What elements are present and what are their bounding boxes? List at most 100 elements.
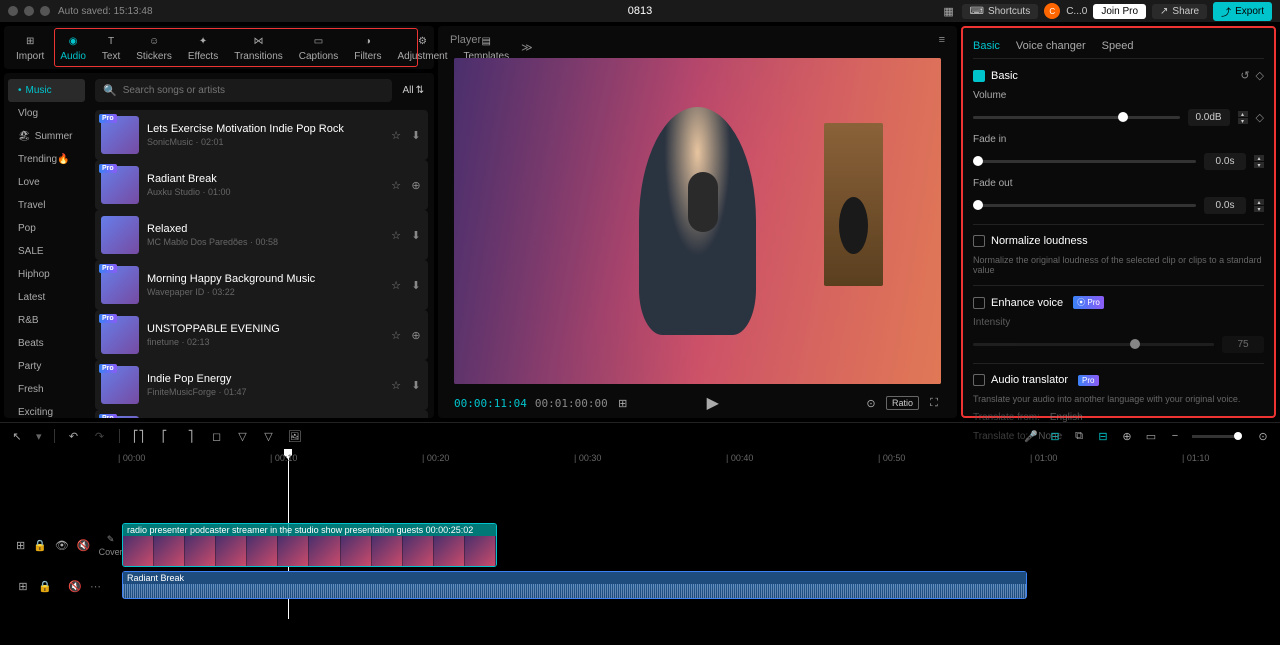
avatar[interactable]: C — [1044, 3, 1060, 19]
track-mute-icon[interactable]: 🔇 — [68, 579, 82, 593]
category-item[interactable]: Vlog — [8, 102, 85, 125]
chevron-right-icon[interactable]: ≫ — [517, 37, 537, 58]
category-item[interactable]: Beats — [8, 332, 85, 355]
track-item[interactable]: Pro Happy Flow State senshomoods · 01:38… — [95, 410, 428, 418]
image-icon[interactable]: 🖼 — [288, 429, 302, 443]
category-item[interactable]: Fresh — [8, 378, 85, 401]
download-icon[interactable]: ⬇ — [410, 129, 422, 141]
favorite-icon[interactable]: ☆ — [390, 179, 402, 191]
track-lock-icon[interactable]: 🔒 — [33, 538, 47, 552]
track-item[interactable]: Pro Indie Pop Energy FiniteMusicForge · … — [95, 360, 428, 410]
trim-right-icon[interactable]: ⎤ — [184, 429, 198, 443]
grid-icon[interactable]: ⊞ — [616, 396, 630, 410]
tab-speed[interactable]: Speed — [1102, 38, 1134, 54]
crop-icon[interactable]: ◻ — [210, 429, 224, 443]
trim-left-icon[interactable]: ⎡ — [158, 429, 172, 443]
category-item[interactable]: •Music — [8, 79, 85, 102]
category-item[interactable]: Trending🔥 — [8, 148, 85, 171]
category-item[interactable]: Hiphop — [8, 263, 85, 286]
player-menu-icon[interactable]: ≡ — [939, 34, 945, 46]
category-item[interactable]: Love — [8, 171, 85, 194]
split-icon[interactable]: ⎡⎤ — [132, 429, 146, 443]
track-item[interactable]: Pro Lets Exercise Motivation Indie Pop R… — [95, 110, 428, 160]
timeline-ruler[interactable]: | 00:00| 00:10| 00:20| 00:30| 00:40| 00:… — [118, 449, 1270, 469]
favorite-icon[interactable]: ☆ — [390, 129, 402, 141]
tab-filters[interactable]: ◑Filters — [346, 30, 389, 65]
download-icon[interactable]: ⬇ — [410, 379, 422, 391]
video-preview[interactable] — [454, 58, 941, 384]
fadein-value[interactable]: 0.0s — [1204, 153, 1246, 170]
favorite-icon[interactable]: ☆ — [390, 379, 402, 391]
track-item[interactable]: Pro Morning Happy Background Music Wavep… — [95, 260, 428, 310]
basic-checkbox[interactable] — [973, 70, 985, 82]
track-mute-icon[interactable]: 🔇 — [77, 538, 91, 552]
category-item[interactable]: SALE — [8, 240, 85, 263]
layout-icon[interactable]: ▦ — [942, 4, 956, 18]
tab-adjustment[interactable]: ⚙Adjustment — [389, 30, 455, 65]
enhance-checkbox[interactable] — [973, 297, 985, 309]
marker-icon[interactable]: ▽ — [236, 429, 250, 443]
search-input[interactable]: 🔍 — [95, 79, 392, 102]
audio-clip[interactable]: Radiant Break — [122, 571, 1027, 599]
fadein-stepper[interactable]: ▴▾ — [1254, 155, 1264, 168]
track-eye-icon[interactable]: 👁 — [55, 538, 69, 552]
join-pro-button[interactable]: Join Pro — [1093, 4, 1146, 19]
track-item[interactable]: Relaxed MC Mablo Dos Paredões · 00:58 ☆ … — [95, 210, 428, 260]
favorite-icon[interactable]: ☆ — [390, 329, 402, 341]
window-controls[interactable] — [8, 6, 50, 16]
redo-icon[interactable]: ↷ — [93, 429, 107, 443]
translator-checkbox[interactable] — [973, 374, 985, 386]
add-icon[interactable]: ⊕ — [410, 179, 422, 191]
translate-to-select[interactable]: None — [1038, 431, 1062, 442]
shortcuts-button[interactable]: ⌨Shortcuts — [962, 4, 1039, 19]
track-item[interactable]: Pro Radiant Break Auxku Studio · 01:00 ☆… — [95, 160, 428, 210]
category-item[interactable]: Exciting — [8, 401, 85, 418]
tab-audio[interactable]: ◉Audio — [52, 30, 94, 65]
category-item[interactable]: Pop — [8, 217, 85, 240]
filter-all-button[interactable]: All⇅ — [398, 81, 428, 100]
fadein-slider[interactable] — [973, 160, 1196, 163]
track-settings-icon[interactable]: ⊞ — [16, 579, 30, 593]
cursor-icon[interactable]: ↖ — [10, 429, 24, 443]
tab-captions[interactable]: ▭Captions — [291, 30, 346, 65]
marker2-icon[interactable]: ▽ — [262, 429, 276, 443]
timeline[interactable]: | 00:00| 00:10| 00:20| 00:30| 00:40| 00:… — [0, 449, 1280, 611]
favorite-icon[interactable]: ☆ — [390, 229, 402, 241]
download-icon[interactable]: ⬇ — [410, 229, 422, 241]
video-clip[interactable]: radio presenter podcaster streamer in th… — [122, 523, 497, 567]
volume-slider[interactable] — [973, 116, 1180, 119]
tab-stickers[interactable]: ☺Stickers — [128, 30, 180, 65]
tab-transitions[interactable]: ⋈Transitions — [226, 30, 291, 65]
category-item[interactable]: R&B — [8, 309, 85, 332]
reset-icon[interactable]: ↺ — [1240, 69, 1249, 82]
fadeout-slider[interactable] — [973, 204, 1196, 207]
download-icon[interactable]: ⬇ — [410, 279, 422, 291]
focus-icon[interactable]: ⊙ — [864, 396, 878, 410]
keyframe-icon[interactable]: ◇ — [1256, 69, 1264, 82]
tab-effects[interactable]: ✦Effects — [180, 30, 226, 65]
favorite-icon[interactable]: ☆ — [390, 279, 402, 291]
keyframe-icon[interactable]: ◇ — [1256, 111, 1264, 124]
tab-voice-changer[interactable]: Voice changer — [1016, 38, 1086, 54]
category-item[interactable]: Party — [8, 355, 85, 378]
tab-basic[interactable]: Basic — [973, 38, 1000, 54]
undo-icon[interactable]: ↶ — [67, 429, 81, 443]
track-item[interactable]: Pro UNSTOPPABLE EVENING finetune · 02:13… — [95, 310, 428, 360]
fadeout-stepper[interactable]: ▴▾ — [1254, 199, 1264, 212]
category-item[interactable]: 🏖Summer — [8, 125, 85, 148]
volume-stepper[interactable]: ▴▾ — [1238, 111, 1248, 124]
tab-import[interactable]: ⊞Import — [8, 30, 52, 65]
track-lock-icon[interactable]: 🔒 — [38, 579, 52, 593]
share-button[interactable]: ↗Share — [1152, 4, 1207, 19]
fadeout-value[interactable]: 0.0s — [1204, 197, 1246, 214]
export-button[interactable]: ⤴Export — [1213, 2, 1272, 21]
fullscreen-icon[interactable]: ⛶ — [927, 396, 941, 410]
play-button[interactable]: ▶ — [706, 396, 720, 410]
tab-text[interactable]: TText — [94, 30, 128, 65]
add-icon[interactable]: ⊕ — [410, 329, 422, 341]
zoom-slider[interactable] — [1192, 435, 1242, 438]
track-settings-icon[interactable]: ⊞ — [16, 538, 25, 552]
normalize-checkbox[interactable] — [973, 235, 985, 247]
volume-value[interactable]: 0.0dB — [1188, 109, 1230, 126]
ratio-button[interactable]: Ratio — [886, 396, 919, 410]
